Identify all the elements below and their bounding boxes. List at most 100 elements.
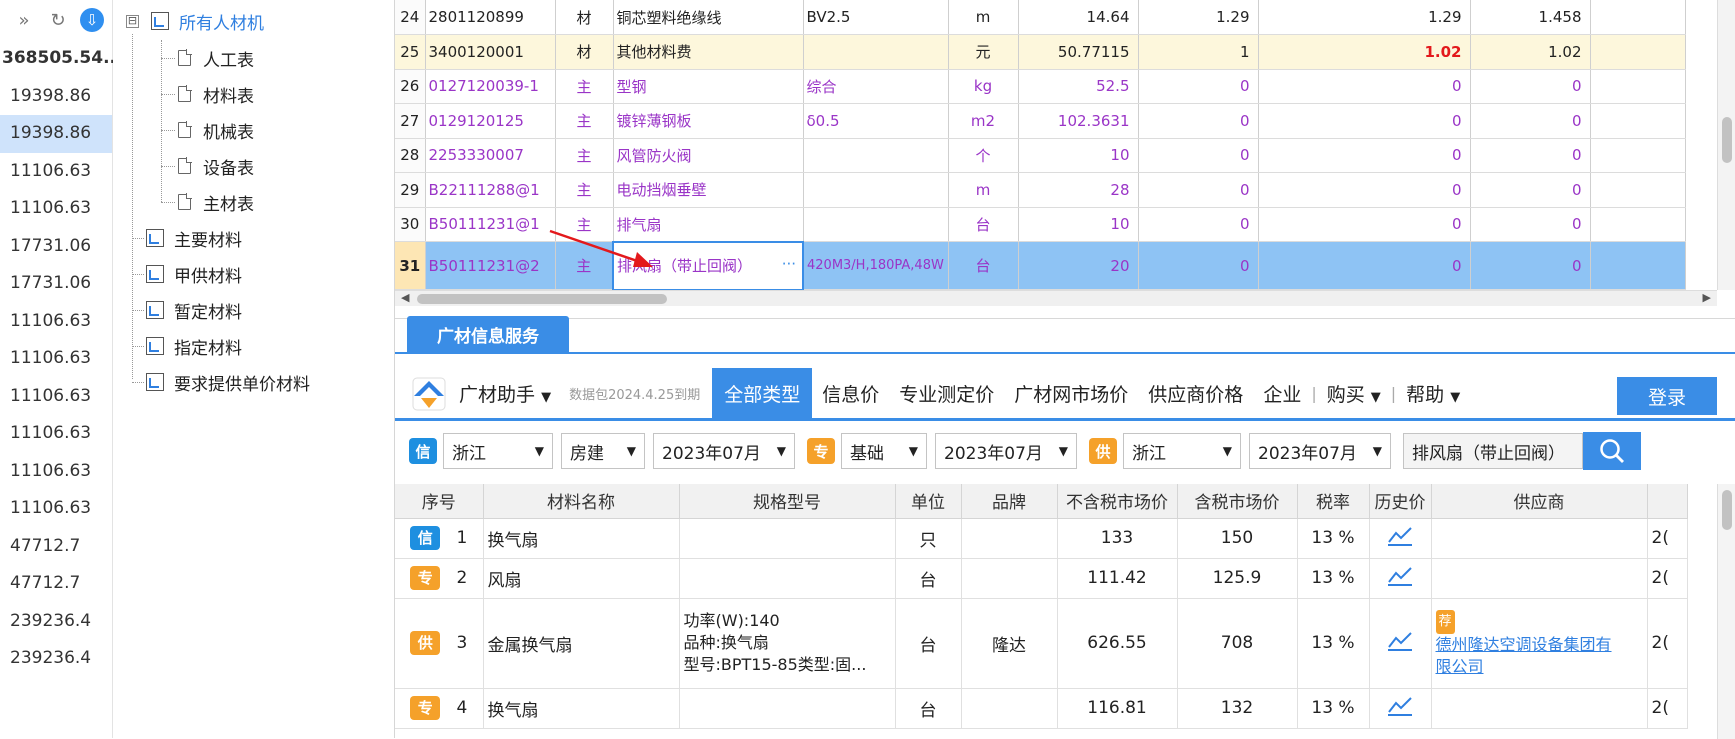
left-value-item[interactable]: 11106.63 — [0, 378, 112, 416]
left-value-item[interactable]: 19398.86 — [0, 115, 112, 153]
material-name-cell[interactable]: 金属换气扇 — [483, 598, 680, 689]
material-type-cell[interactable]: 主 — [555, 69, 614, 104]
material-code-cell[interactable]: 0127120039-1 — [425, 69, 556, 104]
column-header[interactable]: 税率 — [1297, 484, 1370, 519]
material-code-cell[interactable]: B50111231@2 — [425, 241, 556, 290]
row-number-cell[interactable]: 31 — [395, 241, 426, 290]
tab-supplier-price[interactable]: 供应商价格 — [1138, 380, 1253, 407]
left-value-item[interactable]: 11106.63 — [0, 303, 112, 341]
unit-cell[interactable]: 个 — [948, 138, 1019, 173]
tree-category-4[interactable]: 要求提供单价材料 — [146, 367, 310, 397]
extra-cell[interactable] — [1590, 241, 1686, 290]
price-ex-tax-cell[interactable]: 111.42 — [1057, 558, 1178, 599]
coefficient-cell[interactable]: 0 — [1138, 207, 1259, 242]
material-search-input[interactable]: 排风扇（带止回阀） — [1403, 433, 1583, 469]
material-name-cell[interactable]: 型钢 — [613, 69, 804, 104]
base-select[interactable]: 基础 ▼ — [841, 433, 927, 469]
price-cell[interactable]: 1.02 — [1258, 34, 1471, 70]
supplier-cell[interactable] — [1431, 518, 1648, 559]
material-type-cell[interactable]: 主 — [555, 172, 614, 208]
quantity-cell[interactable]: 28 — [1018, 172, 1139, 208]
supplier-province-select[interactable]: 浙江 ▼ — [1123, 433, 1241, 469]
total-cell[interactable]: 0 — [1470, 241, 1591, 290]
material-name-cell[interactable]: 其他材料费 — [613, 34, 804, 70]
material-code-cell[interactable]: 3400120001 — [425, 34, 556, 70]
row-number-cell[interactable]: 24 — [395, 0, 426, 35]
scroll-right-icon[interactable]: ▶ — [1703, 291, 1711, 304]
supplier-cell[interactable] — [1431, 688, 1648, 729]
extra-cell[interactable] — [1590, 34, 1686, 70]
price-cell[interactable]: 0 — [1258, 207, 1471, 242]
material-spec-cell[interactable] — [803, 34, 949, 70]
table-row[interactable]: 27 0129120125 主镀锌薄钢板 δ0.5 m2 102.3631 0 0 0 — [395, 103, 1686, 139]
material-spec-cell[interactable] — [803, 172, 949, 208]
column-header[interactable]: 历史价 — [1369, 484, 1432, 519]
material-type-cell[interactable]: 材 — [555, 0, 614, 35]
province-select[interactable]: 浙江 ▼ — [443, 433, 553, 469]
price-in-tax-cell[interactable]: 150 — [1177, 518, 1298, 559]
left-value-item[interactable]: 11106.63 — [0, 153, 112, 191]
total-cell[interactable]: 0 — [1470, 172, 1591, 208]
unit-cell[interactable]: kg — [948, 69, 1019, 104]
tree-category-2[interactable]: 暂定材料 — [146, 295, 242, 325]
quantity-cell[interactable]: 10 — [1018, 207, 1139, 242]
material-spec-cell[interactable]: BV2.5 — [803, 0, 949, 35]
column-header[interactable]: 品牌 — [961, 484, 1058, 519]
coefficient-cell[interactable]: 0 — [1138, 103, 1259, 139]
results-vertical-scrollbar[interactable] — [1717, 484, 1735, 739]
price-cell[interactable]: 0 — [1258, 138, 1471, 173]
column-header[interactable]: 含税市场价 — [1177, 484, 1298, 519]
scroll-thumb[interactable] — [1722, 490, 1732, 530]
price-ex-tax-cell[interactable]: 116.81 — [1057, 688, 1178, 729]
tree-category-3[interactable]: 指定材料 — [146, 331, 242, 361]
material-code-cell[interactable]: B50111231@1 — [425, 207, 556, 242]
unit-cell[interactable]: m — [948, 172, 1019, 208]
unit-cell[interactable]: m2 — [948, 103, 1019, 139]
total-cell[interactable]: 0 — [1470, 69, 1591, 104]
info-date-select[interactable]: 2023年07月 ▼ — [653, 433, 795, 469]
double-chevron-right-icon[interactable]: » — [12, 8, 36, 32]
login-button[interactable]: 登录 — [1617, 377, 1717, 415]
price-cell[interactable]: 0 — [1258, 172, 1471, 208]
row-number-cell[interactable]: 26 — [395, 69, 426, 104]
refresh-icon[interactable]: ↻ — [46, 8, 70, 32]
supplier-cell[interactable] — [1431, 558, 1648, 599]
unit-cell[interactable]: 台 — [948, 207, 1019, 242]
search-button[interactable] — [1583, 432, 1641, 470]
total-cell[interactable]: 1.02 — [1470, 34, 1591, 70]
total-cell[interactable]: 0 — [1470, 103, 1591, 139]
table-row[interactable]: 25 3400120001 材其他材料费元 50.77115 1 1.02 1.02 — [395, 34, 1686, 70]
ellipsis-button[interactable]: ··· — [782, 255, 796, 273]
grid-vertical-scrollbar[interactable] — [1717, 0, 1735, 290]
left-value-item[interactable]: 368505.54... — [0, 40, 122, 78]
grid-horizontal-scrollbar[interactable]: ◀ ▶ — [395, 290, 1717, 306]
history-price-cell[interactable] — [1369, 558, 1432, 599]
material-type-cell[interactable]: 主 — [555, 103, 614, 139]
row-number-cell[interactable]: 28 — [395, 138, 426, 173]
left-value-item[interactable]: 11106.63 — [0, 490, 112, 528]
extra-cell[interactable] — [1590, 69, 1686, 104]
table-row[interactable]: 26 0127120039-1 主型钢 综合 kg 52.5 0 0 0 — [395, 69, 1686, 104]
extra-cell[interactable] — [1590, 138, 1686, 173]
column-header[interactable]: 序号 — [395, 484, 484, 519]
tree-root[interactable]: ⊟ 所有人材机 — [126, 6, 264, 36]
material-spec-cell[interactable] — [803, 207, 949, 242]
download-icon[interactable]: ⇩ — [80, 8, 104, 32]
material-code-cell[interactable]: 0129120125 — [425, 103, 556, 139]
supplier-date-select[interactable]: 2023年07月 ▼ — [1249, 433, 1391, 469]
supplier-link[interactable]: 德州隆达空调设备集团有 — [1436, 634, 1643, 656]
row-number-cell[interactable]: 25 — [395, 34, 426, 70]
table-row[interactable]: 24 2801120899 材铜芯塑料绝缘线 BV2.5 m 14.64 1.29 1.29 1… — [395, 0, 1686, 35]
row-number-cell[interactable]: 29 — [395, 172, 426, 208]
column-header[interactable]: 单位 — [895, 484, 962, 519]
assistant-menu[interactable]: 广材助手 ▼ — [449, 380, 561, 407]
price-in-tax-cell[interactable]: 132 — [1177, 688, 1298, 729]
left-value-item[interactable]: 11106.63 — [0, 190, 112, 228]
coefficient-cell[interactable]: 0 — [1138, 241, 1259, 290]
tree-item-2[interactable]: 机械表 — [178, 115, 254, 145]
supplier-cell[interactable]: 荐德州隆达空调设备集团有 限公司 — [1431, 598, 1648, 689]
professional-date-select[interactable]: 2023年07月 ▼ — [935, 433, 1077, 469]
coefficient-cell[interactable]: 0 — [1138, 69, 1259, 104]
price-cell[interactable]: 0 — [1258, 241, 1471, 290]
tab-all-types[interactable]: 全部类型 — [712, 367, 813, 420]
